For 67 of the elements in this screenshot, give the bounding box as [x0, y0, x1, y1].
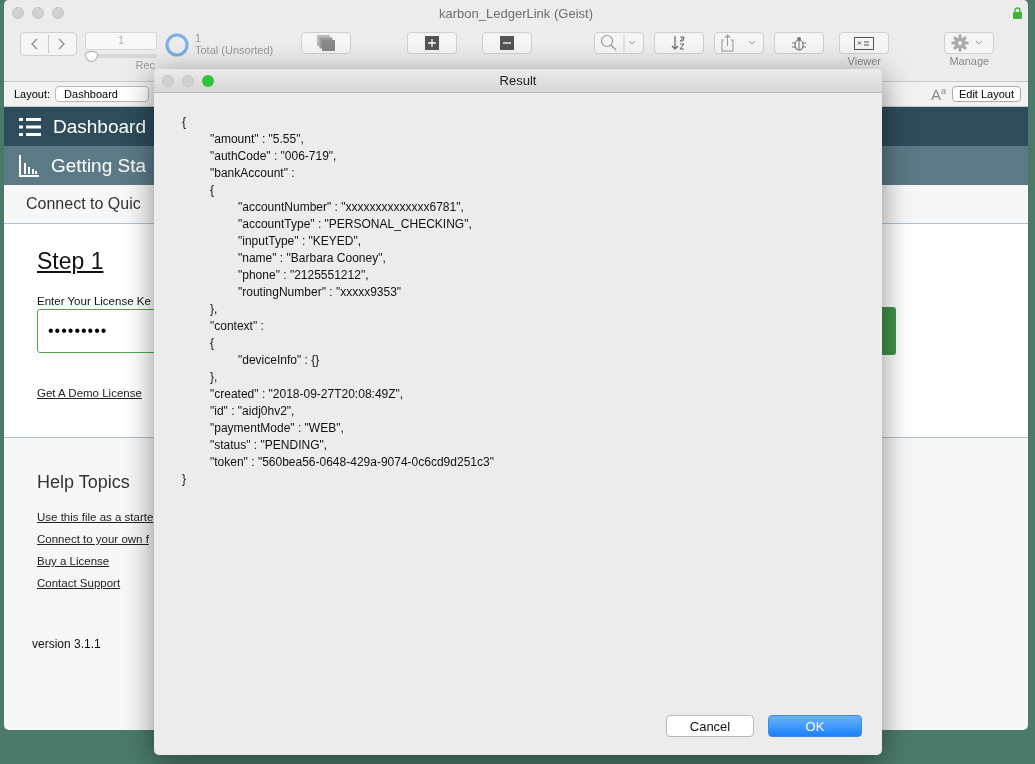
json-line: }, — [210, 369, 218, 386]
plus-icon — [425, 36, 440, 50]
json-line: "accountType" : "PERSONAL_CHECKING", — [238, 216, 472, 233]
new-button[interactable] — [407, 32, 458, 54]
data-viewer-button[interactable] — [839, 32, 890, 54]
json-line: "bankAccount" : — [210, 165, 295, 182]
share-button[interactable] — [714, 32, 765, 54]
json-line: "created" : "2018-09-27T20:08:49Z", — [210, 386, 404, 403]
minus-icon — [500, 36, 515, 50]
data-viewer-icon — [854, 36, 875, 50]
json-line: "token" : "560bea56-0648-429a-9074-0c6cd9d251c3" — [210, 454, 494, 471]
json-line: "id" : "aidj0hv2", — [210, 403, 295, 420]
help-link[interactable]: Buy a License — [37, 555, 110, 567]
layout-label: Layout: — [14, 88, 51, 100]
json-line: "routingNumber" : "xxxxx9353" — [238, 284, 402, 301]
json-line: }, — [210, 301, 218, 318]
back-forward-control[interactable] — [20, 32, 77, 56]
json-line: { — [210, 182, 214, 199]
debug-button[interactable] — [774, 32, 825, 54]
toolbar-label: Rec — [135, 59, 155, 71]
layout-dropdown[interactable]: Dashboard — [55, 86, 149, 102]
bar-chart-icon — [19, 154, 39, 177]
list-icon — [19, 116, 41, 137]
toolbar-label: Viewer — [847, 55, 881, 67]
close-button[interactable] — [162, 74, 174, 87]
help-link[interactable]: Use this file as a starte — [37, 511, 154, 523]
help-link[interactable]: Connect to your own f — [37, 533, 149, 545]
json-line: "paymentMode" : "WEB", — [210, 420, 344, 437]
cancel-button[interactable]: Cancel — [666, 715, 754, 737]
json-line: "deviceInfo" : {} — [238, 352, 320, 369]
minimize-button[interactable] — [182, 74, 194, 87]
dialog-title: Result — [499, 73, 537, 88]
json-line: "accountNumber" : "xxxxxxxxxxxxxx6781", — [238, 199, 464, 216]
stacked-pages-icon — [317, 35, 336, 51]
json-line: "amount" : "5.55", — [210, 131, 304, 148]
zoom-button[interactable] — [202, 74, 214, 87]
close-button[interactable] — [12, 7, 24, 19]
delete-button[interactable] — [482, 32, 533, 54]
json-line: { — [210, 335, 214, 352]
edit-layout-button[interactable]: Edit Layout — [951, 86, 1021, 102]
json-line: "authCode" : "006-719", — [210, 148, 337, 165]
json-line: "name" : "Barbara Cooney", — [238, 250, 386, 267]
json-line: "inputType" : "KEYED", — [238, 233, 362, 250]
json-line: { — [182, 114, 186, 131]
zoom-button[interactable] — [52, 7, 64, 19]
json-line: "status" : "PENDING", — [210, 437, 328, 454]
toolbar-label: Manage — [949, 55, 990, 67]
bug-icon — [792, 35, 807, 51]
sort-button[interactable] — [654, 32, 705, 54]
sort-icon — [671, 35, 688, 51]
total-label: Total (Unsorted) — [195, 44, 274, 56]
find-button[interactable] — [594, 32, 645, 54]
help-link[interactable]: Contact Support — [37, 577, 121, 589]
license-label: Enter Your License Ke — [37, 295, 151, 307]
window-title: karbon_LedgerLink (Geist) — [439, 5, 593, 21]
record-count: 1 — [195, 32, 203, 44]
json-line: } — [182, 471, 186, 488]
manage-button[interactable] — [944, 32, 995, 54]
step-heading: Step 1 — [37, 248, 104, 275]
progress-ring-icon — [165, 33, 189, 57]
minimize-button[interactable] — [32, 7, 44, 19]
demo-license-link[interactable]: Get A Demo License — [37, 387, 142, 399]
page-heading: Connect to Quic — [26, 195, 141, 213]
json-line: "context" : — [210, 318, 264, 335]
json-line: "phone" : "2125551212", — [238, 267, 369, 284]
version-label: version 3.1.1 — [32, 637, 101, 651]
help-heading: Help Topics — [37, 472, 130, 493]
